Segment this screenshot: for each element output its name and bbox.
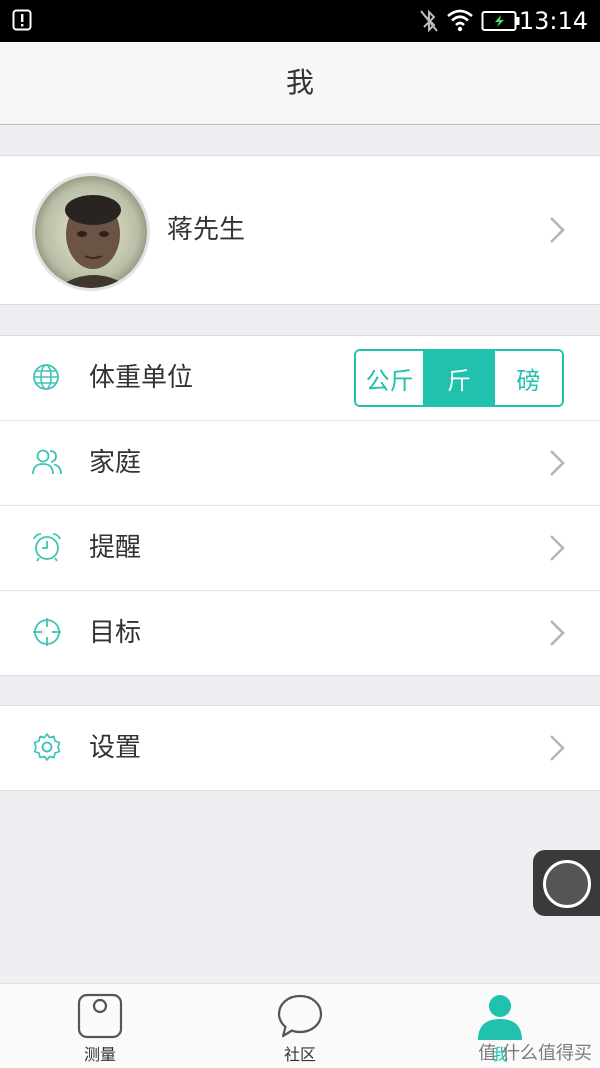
family-row[interactable]: 家庭: [0, 421, 600, 505]
reminder-row[interactable]: 提醒: [0, 506, 600, 590]
scale-icon: [77, 993, 123, 1039]
status-time: 13:14: [518, 7, 588, 35]
bluetooth-off-icon: [420, 9, 438, 33]
profile-row[interactable]: 蒋先生: [0, 155, 600, 305]
tab-community[interactable]: 社区: [200, 984, 400, 1068]
people-icon: [32, 449, 62, 475]
unit-option-jin[interactable]: 斤: [425, 351, 495, 405]
tab-measure-label: 测量: [83, 1045, 116, 1064]
unit-option-kg[interactable]: 公斤: [356, 351, 426, 405]
status-bar: 13:14: [0, 0, 600, 42]
chat-bubble-icon: [277, 994, 323, 1038]
weight-unit-label: 体重单位: [89, 363, 194, 393]
alarm-clock-icon: [33, 533, 61, 562]
chevron-right-icon: [550, 217, 565, 243]
alert-icon: [12, 9, 32, 31]
gear-icon: [33, 733, 61, 761]
goal-row[interactable]: 目标: [0, 591, 600, 676]
family-label: 家庭: [89, 448, 142, 478]
profile-name: 蒋先生: [167, 215, 246, 245]
goal-label: 目标: [89, 618, 142, 648]
chevron-right-icon: [550, 535, 565, 561]
crosshair-target-icon: [33, 618, 61, 646]
settings-label: 设置: [89, 733, 142, 763]
battery-charging-icon: [481, 11, 520, 31]
settings-row[interactable]: 设置: [0, 705, 600, 791]
weight-unit-row: 体重单位 公斤 斤 磅: [0, 335, 600, 420]
page-title: 我: [285, 66, 314, 99]
person-icon: [478, 995, 522, 1040]
watermark: 值 什么值得买: [478, 1043, 592, 1064]
avatar[interactable]: [32, 173, 150, 291]
wifi-icon: [447, 9, 473, 32]
chevron-right-icon: [550, 450, 565, 476]
tab-measure[interactable]: 测量: [0, 984, 200, 1068]
unit-option-lb[interactable]: 磅: [494, 351, 562, 405]
assistive-circle-icon: [543, 860, 591, 908]
chevron-right-icon: [550, 735, 565, 761]
globe-icon: [33, 364, 59, 390]
chevron-right-icon: [550, 620, 565, 646]
navigation-bar: 我: [0, 42, 600, 125]
tab-community-label: 社区: [283, 1045, 316, 1064]
floating-assistive-button[interactable]: [533, 850, 600, 916]
weight-unit-selector[interactable]: 公斤 斤 磅: [354, 349, 564, 407]
reminder-label: 提醒: [89, 533, 142, 563]
avatar-photo: [35, 176, 147, 288]
